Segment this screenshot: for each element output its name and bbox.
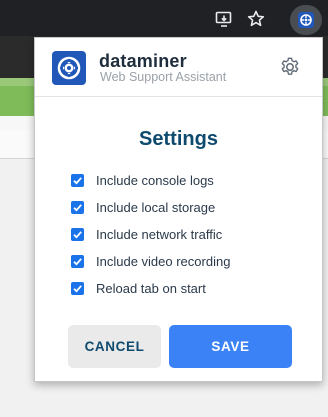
checkbox-console-logs[interactable] [71, 174, 84, 187]
option-local-storage[interactable]: Include local storage [71, 194, 230, 221]
save-button[interactable]: SAVE [169, 325, 292, 368]
dataminer-logo-icon [52, 51, 86, 85]
checkbox-local-storage[interactable] [71, 201, 84, 214]
popup-header: dataminer Web Support Assistant [35, 38, 322, 97]
dataminer-extension-icon [298, 12, 314, 28]
option-label: Include video recording [96, 254, 231, 269]
option-label: Include local storage [96, 200, 216, 215]
option-reload-tab[interactable]: Reload tab on start [71, 275, 230, 302]
option-label: Reload tab on start [96, 281, 206, 296]
option-label: Include console logs [96, 173, 214, 188]
brand-subtitle: Web Support Assistant [100, 70, 227, 84]
cancel-button[interactable]: CANCEL [68, 325, 161, 368]
settings-title: Settings [139, 128, 218, 150]
option-label: Include network traffic [96, 227, 223, 242]
option-network-traffic[interactable]: Include network traffic [71, 221, 230, 248]
extension-button[interactable] [290, 5, 322, 35]
cast-icon[interactable] [214, 9, 234, 29]
checkbox-video-recording[interactable] [71, 255, 84, 268]
checkbox-reload-tab[interactable] [71, 282, 84, 295]
brand-name: dataminer [99, 51, 187, 71]
option-console-logs[interactable]: Include console logs [71, 167, 230, 194]
bookmark-star-icon[interactable] [246, 9, 266, 29]
options-list: Include console logs Include local stora… [71, 167, 230, 302]
gear-icon[interactable] [279, 56, 301, 78]
option-video-recording[interactable]: Include video recording [71, 248, 230, 275]
extension-popup: dataminer Web Support Assistant Settings… [34, 37, 323, 382]
checkbox-network-traffic[interactable] [71, 228, 84, 241]
browser-toolbar [0, 0, 328, 36]
